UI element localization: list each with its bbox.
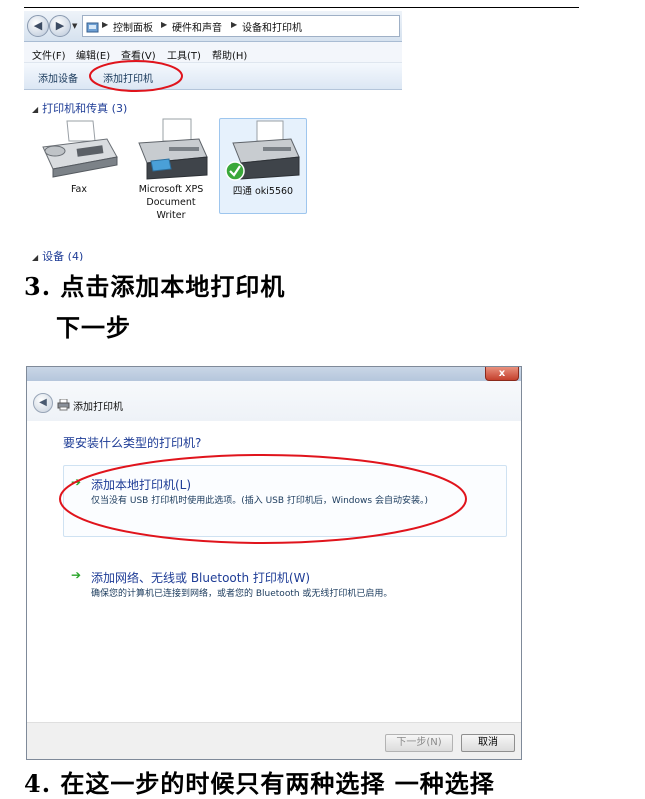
device-label: 四通 oki5560: [232, 186, 294, 197]
breadcrumb-separator-icon: ▶: [102, 20, 109, 29]
device-xps-writer[interactable]: Microsoft XPS Document Writer: [128, 117, 214, 222]
printer-small-icon: [57, 396, 70, 415]
cancel-button[interactable]: 取消: [461, 734, 515, 752]
menu-bar: 文件(F) 编辑(E) 查看(V) 工具(T) 帮助(H): [24, 42, 402, 63]
control-panel-icon: [86, 19, 99, 38]
devices-and-printers-screenshot: ◀ ▶ ▼ ▶ 控制面板 ▶ 硬件和声音 ▶ 设备和打印机 文件(F) 编辑(E…: [24, 11, 402, 261]
step3-heading: 3. 点击添加本地打印机: [24, 272, 286, 301]
breadcrumb-item-hardware-sound[interactable]: 硬件和声音: [172, 19, 222, 34]
step3-subheading: 下一步: [56, 313, 131, 342]
collapse-triangle-icon: ◢: [32, 105, 39, 114]
menu-edit[interactable]: 编辑(E): [76, 47, 110, 62]
menu-tools[interactable]: 工具(T): [167, 47, 201, 62]
option-network-description: 确保您的计算机已连接到网络，或者您的 Bluetooth 或无线打印机已启用。: [91, 589, 393, 599]
add-printer-button[interactable]: 添加打印机: [103, 70, 153, 85]
back-button[interactable]: ◀: [27, 15, 49, 37]
green-arrow-icon: ➔: [71, 475, 82, 489]
add-printer-dialog: x ◀ 添加打印机 要安装什么类型的打印机? ➔ 添加本地打印机(L) 仅当没有…: [26, 366, 522, 760]
default-printer-icon: [225, 120, 300, 181]
collapse-triangle-icon: ◢: [32, 253, 39, 261]
option-network-title[interactable]: 添加网络、无线或 Bluetooth 打印机(W): [91, 569, 310, 586]
breadcrumb-separator-icon: ▶: [231, 20, 238, 29]
device-label: Microsoft XPS Document Writer: [138, 184, 204, 221]
dialog-footer: 下一步(N) 取消: [27, 722, 521, 759]
printers-group-header[interactable]: ◢ 打印机和传真 (3): [32, 100, 127, 116]
breadcrumb-item-control-panel[interactable]: 控制面板: [113, 19, 153, 34]
printers-group-label: 打印机和传真 (3): [42, 102, 128, 115]
printer-icon: [138, 118, 208, 180]
menu-help[interactable]: 帮助(H): [212, 47, 247, 62]
option-local-description: 仅当没有 USB 打印机时使用此选项。(插入 USB 打印机后，Windows …: [91, 496, 428, 506]
dialog-title: 添加打印机: [73, 402, 123, 413]
breadcrumb-item-devices-printers[interactable]: 设备和打印机: [242, 19, 302, 34]
devices-group-label: 设备 (4): [42, 250, 84, 261]
close-button[interactable]: x: [485, 367, 519, 381]
question-text: 要安装什么类型的打印机?: [63, 436, 202, 450]
breadcrumb[interactable]: ▶ 控制面板 ▶ 硬件和声音 ▶ 设备和打印机: [82, 15, 400, 37]
address-bar: ◀ ▶ ▼ ▶ 控制面板 ▶ 硬件和声音 ▶ 设备和打印机: [24, 11, 402, 42]
device-fax[interactable]: Fax: [36, 117, 122, 196]
back-button[interactable]: ◀: [33, 393, 53, 413]
device-label: Fax: [70, 184, 88, 195]
add-device-button[interactable]: 添加设备: [38, 70, 78, 85]
history-dropdown-icon[interactable]: ▼: [72, 22, 77, 30]
command-bar: 添加设备 添加打印机: [24, 63, 402, 90]
device-oki5560[interactable]: 四通 oki5560: [219, 118, 307, 214]
menu-view[interactable]: 查看(V): [121, 47, 156, 62]
forward-button[interactable]: ▶: [49, 15, 71, 37]
menu-file[interactable]: 文件(F): [32, 47, 66, 62]
green-arrow-icon: ➔: [71, 568, 82, 582]
title-bar: x: [27, 367, 521, 381]
devices-group-header[interactable]: ◢ 设备 (4): [32, 248, 83, 261]
next-button[interactable]: 下一步(N): [385, 734, 453, 752]
option-local-title[interactable]: 添加本地打印机(L): [91, 476, 191, 493]
fax-icon: [42, 120, 118, 178]
top-rule: [24, 7, 579, 8]
dialog-header: ◀ 添加打印机: [27, 381, 521, 421]
breadcrumb-separator-icon: ▶: [161, 20, 168, 29]
